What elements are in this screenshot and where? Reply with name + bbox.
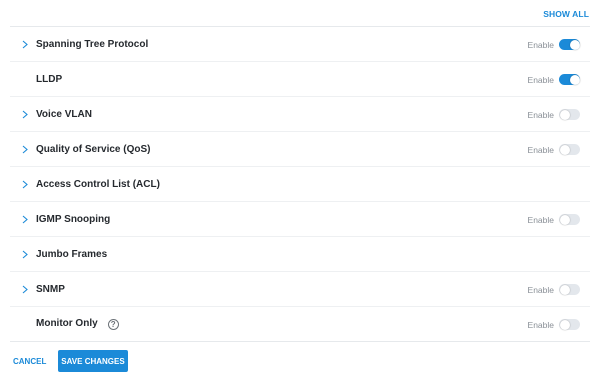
chevron-right-icon[interactable] bbox=[19, 248, 31, 260]
toggle-knob bbox=[569, 39, 580, 50]
setting-label: Quality of Service (QoS) bbox=[36, 143, 151, 155]
toggle-knob bbox=[559, 284, 570, 295]
setting-row-lldp: LLDP Enable bbox=[10, 61, 590, 96]
chevron-right-icon[interactable] bbox=[19, 283, 31, 295]
setting-row-spanning-tree[interactable]: Spanning Tree Protocol Enable bbox=[10, 26, 590, 61]
setting-label: Voice VLAN bbox=[36, 108, 92, 120]
enable-toggle[interactable] bbox=[559, 39, 580, 50]
setting-label: Monitor Only? bbox=[36, 318, 119, 330]
setting-label-text: Monitor Only bbox=[36, 318, 98, 329]
enable-toggle[interactable] bbox=[559, 214, 580, 225]
enable-label: Enable bbox=[527, 39, 554, 50]
enable-toggle[interactable] bbox=[559, 144, 580, 155]
chevron-right-icon[interactable] bbox=[19, 108, 31, 120]
enable-control: Enable bbox=[528, 202, 580, 237]
setting-label: IGMP Snooping bbox=[36, 213, 111, 225]
setting-row-jumbo-frames[interactable]: Jumbo Frames bbox=[10, 236, 590, 271]
enable-toggle[interactable] bbox=[559, 109, 580, 120]
enable-label: Enable bbox=[527, 144, 554, 155]
toggle-knob bbox=[559, 109, 570, 120]
enable-label: Enable bbox=[527, 284, 554, 295]
setting-row-voice-vlan[interactable]: Voice VLAN Enable bbox=[10, 96, 590, 131]
toggle-knob bbox=[559, 144, 570, 155]
chevron-right-icon[interactable] bbox=[19, 213, 31, 225]
setting-row-snmp[interactable]: SNMP Enable bbox=[10, 271, 590, 306]
enable-label: Enable bbox=[527, 109, 554, 120]
setting-row-monitor-only: Monitor Only? Enable bbox=[10, 306, 590, 341]
footer-divider bbox=[10, 341, 590, 342]
enable-control: Enable bbox=[528, 62, 580, 97]
enable-control: Enable bbox=[528, 272, 580, 307]
enable-toggle[interactable] bbox=[559, 319, 580, 330]
toggle-knob bbox=[569, 74, 580, 85]
enable-label: Enable bbox=[527, 319, 554, 330]
enable-label: Enable bbox=[527, 74, 554, 85]
setting-row-qos[interactable]: Quality of Service (QoS) Enable bbox=[10, 131, 590, 166]
enable-control: Enable bbox=[528, 27, 580, 62]
save-changes-button[interactable]: SAVE CHANGES bbox=[58, 350, 128, 372]
setting-label: Access Control List (ACL) bbox=[36, 178, 160, 190]
enable-control: Enable bbox=[528, 132, 580, 167]
help-icon[interactable]: ? bbox=[107, 319, 119, 330]
show-all-link[interactable]: SHOW ALL bbox=[543, 9, 589, 19]
enable-label: Enable bbox=[527, 214, 554, 225]
settings-list: Spanning Tree Protocol Enable LLDP Enabl… bbox=[10, 26, 590, 341]
setting-row-igmp-snooping[interactable]: IGMP Snooping Enable bbox=[10, 201, 590, 236]
toggle-knob bbox=[559, 214, 570, 225]
enable-control: Enable bbox=[528, 97, 580, 132]
chevron-right-icon[interactable] bbox=[19, 178, 31, 190]
enable-toggle[interactable] bbox=[559, 74, 580, 85]
setting-label: Jumbo Frames bbox=[36, 248, 108, 260]
toggle-knob bbox=[559, 319, 570, 330]
setting-row-acl[interactable]: Access Control List (ACL) bbox=[10, 166, 590, 201]
setting-label: SNMP bbox=[36, 283, 65, 295]
chevron-right-icon[interactable] bbox=[19, 38, 31, 50]
enable-control: Enable bbox=[528, 307, 580, 342]
enable-toggle[interactable] bbox=[559, 284, 580, 295]
cancel-button[interactable]: CANCEL bbox=[13, 357, 46, 366]
chevron-right-icon[interactable] bbox=[19, 143, 31, 155]
setting-label: LLDP bbox=[36, 73, 63, 85]
setting-label: Spanning Tree Protocol bbox=[36, 38, 149, 50]
